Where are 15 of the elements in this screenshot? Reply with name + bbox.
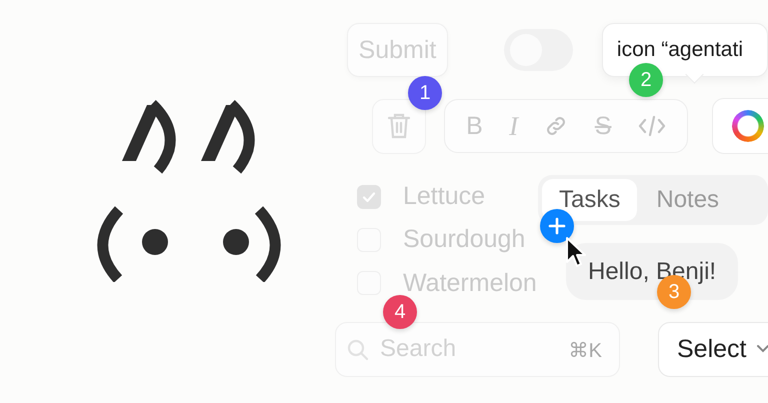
- cursor-icon: [565, 236, 587, 270]
- marker-pin: 1: [408, 76, 442, 110]
- code-icon[interactable]: [638, 115, 666, 137]
- chevron-down-icon: [756, 344, 768, 354]
- select-dropdown[interactable]: Select: [658, 322, 768, 376]
- delete-button[interactable]: [372, 98, 426, 154]
- tab[interactable]: Tasks: [542, 179, 638, 221]
- tab[interactable]: Notes: [639, 179, 736, 221]
- trash-icon: [387, 112, 411, 140]
- color-wheel-icon: [732, 110, 764, 142]
- marker-pin: 4: [383, 295, 417, 329]
- shortcut-hint: ⌘K: [568, 338, 602, 362]
- checkbox[interactable]: [357, 184, 381, 209]
- plus-icon: [548, 217, 566, 235]
- color-button[interactable]: [712, 98, 768, 154]
